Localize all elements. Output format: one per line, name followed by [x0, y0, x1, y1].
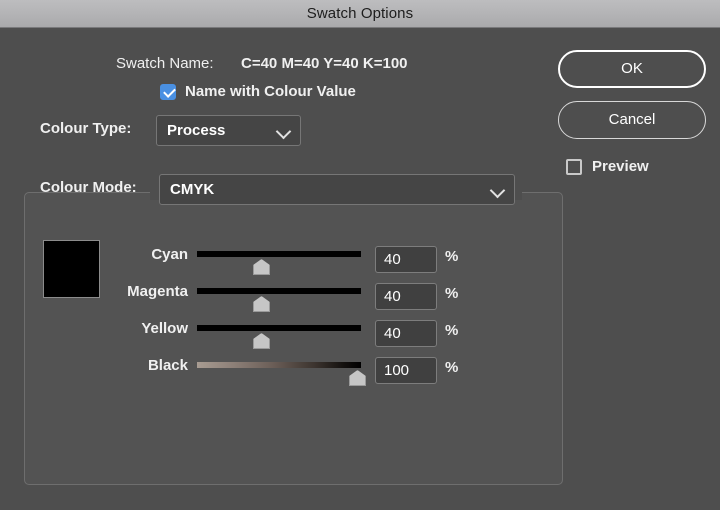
slider-handle-yellow[interactable]: [253, 333, 270, 349]
slider-row-black: Black 100 %: [0, 357, 540, 391]
chevron-down-icon: [276, 124, 292, 140]
colour-type-dropdown[interactable]: Process: [156, 115, 301, 146]
slider-label-yellow: Yellow: [0, 320, 188, 338]
dialog-titlebar: Swatch Options: [0, 0, 720, 28]
slider-label-cyan: Cyan: [0, 246, 188, 264]
colour-mode-dropdown[interactable]: CMYK: [159, 174, 515, 205]
slider-handle-black[interactable]: [349, 370, 366, 386]
slider-track-yellow[interactable]: [197, 325, 361, 331]
slider-row-magenta: Magenta 40 %: [0, 283, 540, 317]
percent-sign-black: %: [445, 359, 458, 376]
slider-track-cyan[interactable]: [197, 251, 361, 257]
preview-label[interactable]: Preview: [592, 158, 649, 175]
slider-value-cyan[interactable]: 40: [375, 246, 437, 273]
slider-track-magenta[interactable]: [197, 288, 361, 294]
cancel-button[interactable]: Cancel: [558, 101, 706, 139]
swatch-name-label: Swatch Name:: [116, 55, 214, 72]
slider-value-black[interactable]: 100: [375, 357, 437, 384]
percent-sign-yellow: %: [445, 322, 458, 339]
slider-row-cyan: Cyan 40 %: [0, 246, 540, 280]
dialog-title: Swatch Options: [0, 0, 720, 27]
ok-button[interactable]: OK: [558, 50, 706, 88]
slider-label-magenta: Magenta: [0, 283, 188, 301]
slider-label-black: Black: [0, 357, 188, 375]
slider-row-yellow: Yellow 40 %: [0, 320, 540, 354]
preview-checkbox[interactable]: [566, 159, 582, 175]
colour-type-label: Colour Type:: [40, 120, 131, 137]
swatch-options-dialog: Swatch Options Swatch Name: C=40 M=40 Y=…: [0, 0, 720, 510]
percent-sign-magenta: %: [445, 285, 458, 302]
colour-mode-label: Colour Mode:: [40, 179, 137, 196]
colour-mode-value: CMYK: [170, 175, 214, 204]
name-with-colour-value-checkbox[interactable]: [160, 84, 176, 100]
swatch-name-value: C=40 M=40 Y=40 K=100: [241, 55, 408, 72]
percent-sign-cyan: %: [445, 248, 458, 265]
name-with-colour-value-label[interactable]: Name with Colour Value: [185, 83, 356, 100]
slider-value-magenta[interactable]: 40: [375, 283, 437, 310]
slider-track-black[interactable]: [197, 362, 361, 368]
slider-handle-magenta[interactable]: [253, 296, 270, 312]
chevron-down-icon: [490, 183, 506, 199]
slider-handle-cyan[interactable]: [253, 259, 270, 275]
checkmark-icon: [163, 85, 176, 98]
slider-value-yellow[interactable]: 40: [375, 320, 437, 347]
colour-type-value: Process: [167, 116, 225, 145]
